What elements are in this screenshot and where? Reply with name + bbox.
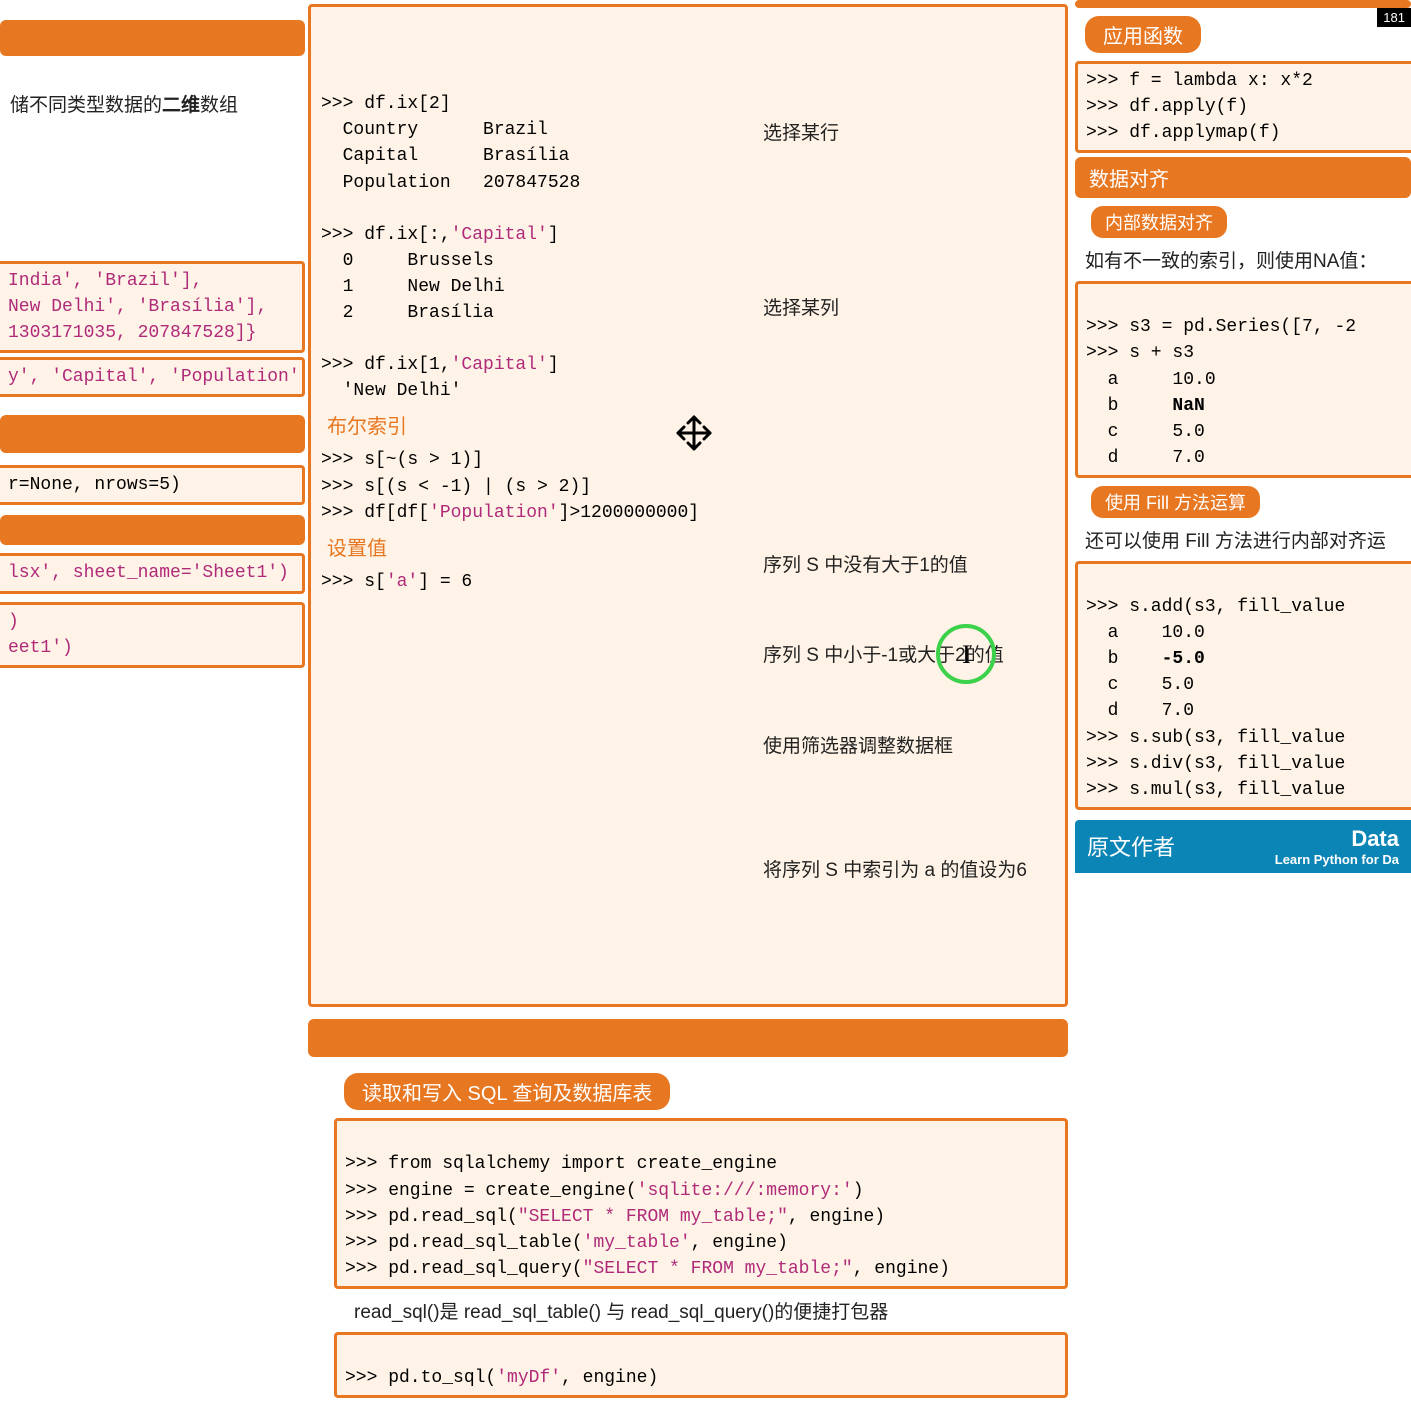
sql-section-title: 读取和写入 SQL 查询及数据库表 (344, 1073, 670, 1110)
align-l2: >>> s + s3 (1086, 343, 1194, 363)
fill-note: 还可以使用 Fill 方法进行内部对齐运 (1075, 522, 1411, 557)
align-note: 如有不一致的索引，则使用NA值： (1075, 242, 1411, 277)
align-heading: 数据对齐 (1075, 157, 1411, 198)
left-code-1: India', 'Brazil'], New Delhi', 'Brasília… (0, 261, 305, 353)
setval-heading: 设置值 (321, 532, 393, 569)
footer-right-top: Data (1275, 826, 1399, 852)
apply-code: >>> f = lambda x: x*2 >>> df.apply(f) >>… (1075, 61, 1411, 153)
bool-line1: >>> s[~(s > 1)] (321, 450, 483, 470)
sql-l2-a: >>> engine = create_engine( (345, 1181, 637, 1201)
fill-l2: a 10.0 (1086, 623, 1205, 643)
align-l5: c 5.0 (1086, 422, 1205, 442)
annot-select-col: 选择某列 (763, 295, 1055, 323)
ix-col-code-a: >>> df.ix[:, (321, 225, 451, 245)
left-section-header-empty (0, 20, 305, 56)
fill-l3-a: b (1086, 649, 1162, 669)
orange-divider (0, 415, 305, 453)
sql-l3-a: >>> pd.read_sql( (345, 1207, 518, 1227)
left-desc: 储不同类型数据的二维数组 (0, 86, 305, 121)
fill-l1: >>> s.add(s3, fill_value (1086, 597, 1345, 617)
left-code-3: r=None, nrows=5) (0, 465, 305, 505)
fill-heading: 使用 Fill 方法运算 (1091, 486, 1260, 518)
fill-l7: >>> s.div(s3, fill_value (1086, 754, 1345, 774)
fill-l8: >>> s.mul(s3, fill_value (1086, 780, 1345, 800)
align-l1: >>> s3 = pd.Series([7, -2 (1086, 317, 1356, 337)
left-code-5: ) eet1') (0, 602, 305, 668)
annot-bool3: 使用筛选器调整数据框 (763, 733, 1055, 761)
sql-l4-a: >>> pd.read_sql_table( (345, 1233, 583, 1253)
align-l4-a: b (1086, 396, 1172, 416)
sql-l1: >>> from sqlalchemy import create_engine (345, 1154, 777, 1174)
mid-divider (308, 1019, 1068, 1057)
annot-select-row: 选择某行 (763, 120, 1055, 148)
fill-l4: c 5.0 (1086, 675, 1194, 695)
left-bar-2 (0, 515, 305, 545)
sql-note: read_sql()是 read_sql_table() 与 read_sql_… (334, 1293, 1068, 1328)
annot-bool1: 序列 S 中没有大于1的值 (763, 552, 1055, 580)
left-code-2: y', 'Capital', 'Population']) (0, 357, 305, 397)
align-sub-heading: 内部数据对齐 (1091, 206, 1227, 238)
left-column: 储不同类型数据的二维数组 India', 'Brazil'], New Delh… (0, 0, 305, 672)
align-code: >>> s3 = pd.Series([7, -2 >>> s + s3 a 1… (1075, 281, 1411, 478)
right-column: 应用函数 >>> f = lambda x: x*2 >>> df.apply(… (1075, 0, 1411, 873)
left-code-4: lsx', sheet_name='Sheet1') (0, 553, 305, 593)
ix-row-code: >>> df.ix[2] Country Brazil Capital Bras… (321, 94, 580, 192)
fill-code: >>> s.add(s3, fill_value a 10.0 b -5.0 c… (1075, 561, 1411, 810)
footer-right-bot: Learn Python for Da (1275, 852, 1399, 867)
footer-bar: 原文作者 Data Learn Python for Da (1075, 820, 1411, 873)
bool-index-heading: 布尔索引 (321, 410, 413, 447)
align-l6: d 7.0 (1086, 448, 1205, 468)
annot-bool2: 序列 S 中小于-1或大于2的值 (763, 642, 1055, 670)
setval-line-a: >>> s[ (321, 572, 386, 592)
bool-line3-a: >>> df[df[ (321, 503, 429, 523)
sql-l5-a: >>> pd.read_sql_query( (345, 1259, 583, 1279)
middle-column: >>> df.ix[2] Country Brazil Capital Bras… (308, 0, 1068, 1402)
fill-l6: >>> s.sub(s3, fill_value (1086, 728, 1345, 748)
apply-heading: 应用函数 (1085, 16, 1201, 53)
indexing-box: >>> df.ix[2] Country Brazil Capital Bras… (308, 4, 1068, 1007)
fill-l5: d 7.0 (1086, 701, 1194, 721)
align-l3: a 10.0 (1086, 370, 1216, 390)
sql-code-box-2: >>> pd.to_sql('myDf', engine) (334, 1332, 1068, 1398)
sql2-a: >>> pd.to_sql( (345, 1368, 496, 1388)
footer-left: 原文作者 (1087, 830, 1175, 862)
right-top-sliver (1075, 0, 1411, 8)
annot-setval: 将序列 S 中索引为 a 的值设为6 (763, 857, 1055, 885)
ix-cell-code-a: >>> df.ix[1, (321, 355, 451, 375)
sql-code-box: >>> from sqlalchemy import create_engine… (334, 1118, 1068, 1289)
bool-line2: >>> s[(s < -1) | (s > 2)] (321, 477, 591, 497)
